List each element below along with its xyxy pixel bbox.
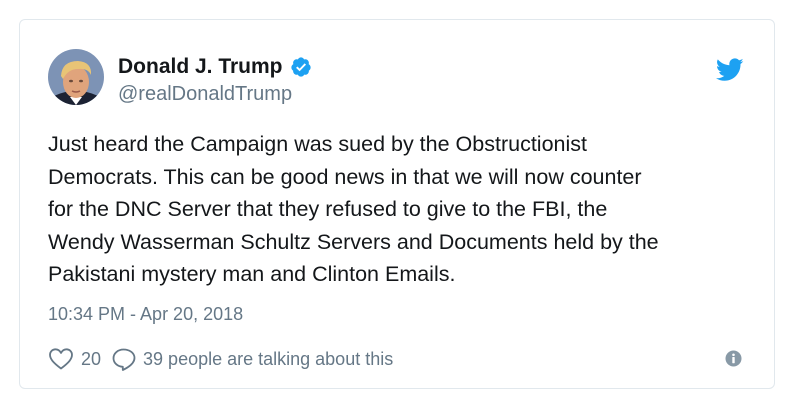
info-icon[interactable] [725,350,742,367]
tweet-actions: 20 39 people are talking about this [48,346,393,372]
reply-bubble-icon[interactable] [111,347,137,371]
tweet-text: Just heard the Campaign was sued by the … [48,132,659,286]
heart-icon[interactable] [48,347,74,371]
like-count[interactable]: 20 [81,349,101,370]
verified-badge-icon [290,56,312,78]
avatar[interactable] [48,49,104,105]
author-name-row: Donald J. Trump [118,54,312,80]
display-name[interactable]: Donald J. Trump [118,55,283,79]
tweet-card: Donald J. Trump @realDonaldTrump Just he… [19,19,775,389]
twitter-bird-icon[interactable] [715,58,744,82]
conversation-link[interactable]: 39 people are talking about this [143,349,393,370]
user-handle[interactable]: @realDonaldTrump [118,83,292,106]
tweet-timestamp[interactable]: 10:34 PM - Apr 20, 2018 [48,304,243,325]
avatar-image [48,49,104,105]
